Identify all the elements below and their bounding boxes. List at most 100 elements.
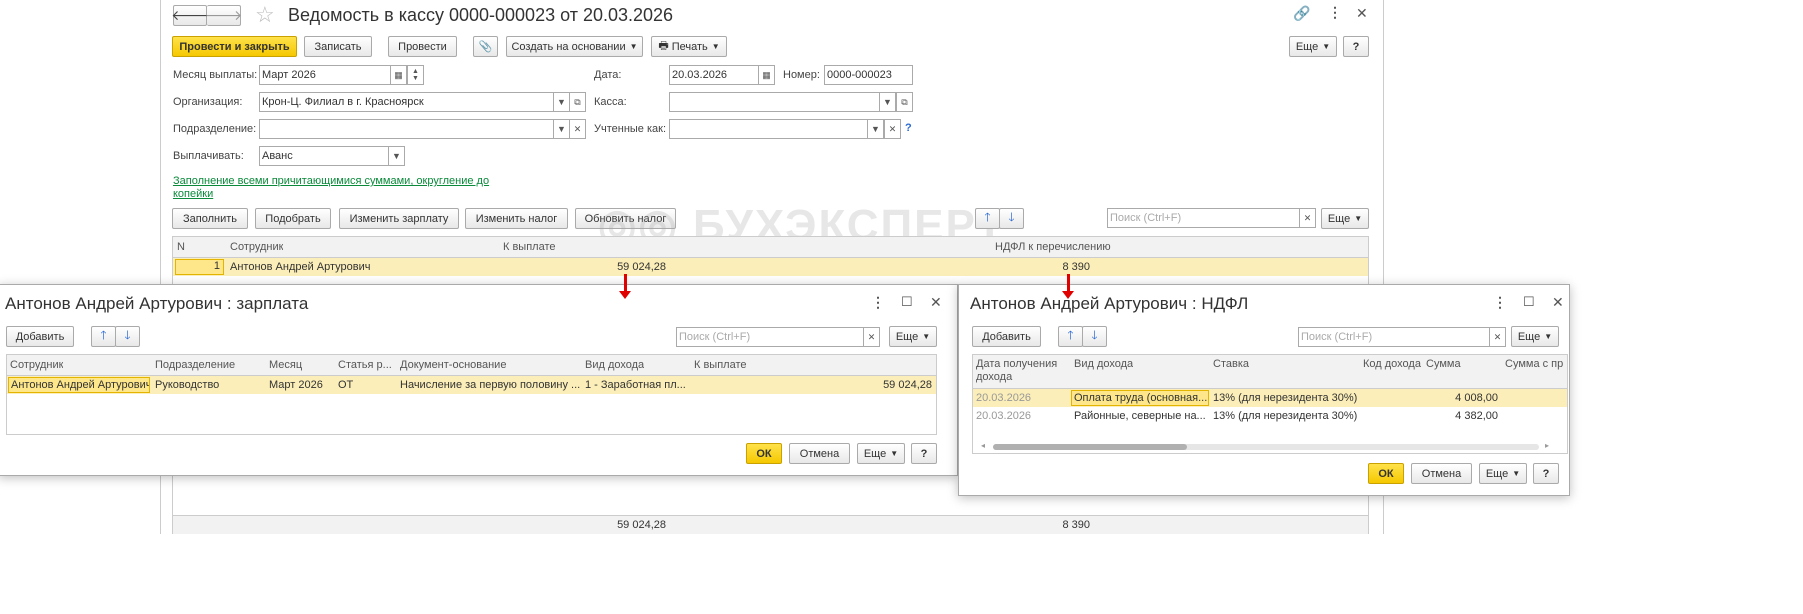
department-field[interactable] (259, 119, 555, 139)
row-employee: Антонов Андрей Артурович (8, 377, 150, 393)
maximize-icon[interactable]: ☐ (1523, 294, 1535, 310)
ndfl-dialog-title: Антонов Андрей Артурович : НДФЛ (970, 294, 1249, 313)
arrow-down-icon: 🡓 (124, 328, 131, 342)
scrollbar-thumb[interactable] (993, 444, 1187, 450)
close-icon[interactable]: ✕ (930, 294, 942, 311)
footer-more-button[interactable]: Еще ▼ (1479, 463, 1527, 484)
more-vertical-icon[interactable]: ⋮ (1328, 4, 1342, 21)
number-field[interactable]: 0000-000023 (824, 65, 913, 85)
close-icon[interactable]: ✕ (1552, 294, 1564, 311)
accounted-as-field[interactable] (669, 119, 869, 139)
search-input[interactable]: Поиск (Ctrl+F) (676, 327, 865, 347)
more-button[interactable]: Еще ▼ (1289, 36, 1337, 57)
move-down-button[interactable]: 🡓 (1082, 326, 1107, 347)
maximize-icon[interactable]: ☐ (901, 294, 913, 310)
horizontal-scrollbar[interactable]: ◂ ▸ (973, 440, 1567, 453)
forward-button[interactable]: 🡒 (204, 5, 243, 26)
col-n: N (177, 241, 185, 253)
month-field[interactable]: Март 2026 (259, 65, 392, 85)
ok-button[interactable]: ОК (1368, 463, 1404, 484)
back-button[interactable]: 🡐 (171, 5, 209, 26)
arrow-up-icon: 🡑 (1067, 328, 1074, 342)
help-button[interactable]: ? (1533, 463, 1559, 484)
print-button[interactable]: 🖶 Печать ▼ (651, 36, 727, 57)
table-row[interactable]: 20.03.2026 Районные, северные на... 13% … (973, 407, 1567, 425)
table-more-button[interactable]: Еще ▼ (1321, 208, 1369, 229)
calendar-icon[interactable]: ▦ (758, 65, 775, 85)
create-based-on-button[interactable]: Создать на основании ▼ (506, 36, 643, 57)
help-button[interactable]: ? (1343, 36, 1369, 57)
help-button[interactable]: ? (911, 443, 937, 464)
post-and-close-button[interactable]: Провести и закрыть (172, 36, 297, 57)
pick-button[interactable]: Подобрать (255, 208, 331, 229)
clear-icon[interactable]: ✕ (884, 119, 901, 139)
more-button[interactable]: Еще ▼ (1511, 326, 1559, 347)
add-button[interactable]: Добавить (6, 326, 74, 347)
move-up-button[interactable]: 🡑 (1058, 326, 1083, 347)
arrow-down-icon: 🡓 (1091, 328, 1098, 342)
add-button[interactable]: Добавить (972, 326, 1041, 347)
date-field[interactable]: 20.03.2026 (669, 65, 759, 85)
more-button[interactable]: Еще ▼ (889, 326, 937, 347)
more-vertical-icon[interactable]: ⋮ (871, 294, 885, 311)
clear-search-icon[interactable]: ✕ (863, 327, 880, 347)
scroll-left-icon[interactable]: ◂ (981, 441, 985, 450)
organization-field[interactable]: Крон-Ц. Филиал в г. Красноярск (259, 92, 555, 112)
clear-icon[interactable]: ✕ (569, 119, 586, 139)
more-label: Еще (1295, 40, 1319, 53)
chevron-down-icon[interactable]: ▼ (867, 119, 884, 139)
chevron-down-icon[interactable]: ▼ (553, 92, 570, 112)
chevron-down-icon: ▼ (629, 42, 638, 51)
search-input[interactable]: Поиск (Ctrl+F) (1298, 327, 1491, 347)
chevron-down-icon[interactable]: ▼ (388, 146, 405, 166)
annotation-arrowhead-salary (619, 291, 631, 299)
cancel-button[interactable]: Отмена (789, 443, 850, 464)
clear-search-icon[interactable]: ✕ (1489, 327, 1506, 347)
chevron-down-icon[interactable]: ▼ (879, 92, 896, 112)
link-icon[interactable]: 🔗 (1293, 5, 1310, 22)
open-icon[interactable]: ⧉ (569, 92, 586, 112)
attach-button[interactable]: 📎 (473, 36, 498, 57)
row-income-type: Оплата труда (основная... (1071, 390, 1209, 406)
move-down-button[interactable]: 🡓 (115, 326, 140, 347)
month-stepper[interactable]: ▲ ▼ (407, 65, 424, 85)
chevron-down-icon: ▼ (1512, 469, 1521, 478)
move-up-button[interactable]: 🡑 (975, 208, 1000, 229)
calendar-icon[interactable]: ▦ (390, 65, 407, 85)
chevron-down-icon[interactable]: ▼ (553, 119, 570, 139)
table-row[interactable]: 20.03.2026 Оплата труда (основная... 13%… (973, 389, 1567, 407)
cancel-button[interactable]: Отмена (1411, 463, 1472, 484)
arrow-right-icon: 🡒 (204, 7, 243, 23)
open-icon[interactable]: ⧉ (896, 92, 913, 112)
row-amount: 4 382,00 (1455, 410, 1498, 422)
move-up-button[interactable]: 🡑 (91, 326, 116, 347)
col-income-type: Вид дохода (585, 359, 645, 371)
table-row[interactable]: Антонов Андрей Артурович Руководство Мар… (7, 376, 936, 394)
help-question-icon[interactable]: ? (905, 122, 912, 134)
row-amount: 4 008,00 (1455, 392, 1498, 404)
post-button[interactable]: Провести (388, 36, 457, 57)
fill-button[interactable]: Заполнить (172, 208, 248, 229)
search-input[interactable]: Поиск (Ctrl+F) (1107, 208, 1303, 228)
fill-all-link[interactable]: Заполнение всеми причитающимися суммами,… (173, 175, 489, 201)
chevron-down-icon: ▼ (1322, 42, 1331, 51)
table-header: N Сотрудник К выплате НДФЛ к перечислени… (173, 237, 1368, 258)
star-icon[interactable]: ☆ (255, 2, 275, 28)
close-icon[interactable]: ✕ (1356, 5, 1368, 22)
change-salary-button[interactable]: Изменить зарплату (339, 208, 459, 229)
salary-dialog-title: Антонов Андрей Артурович : зарплата (5, 294, 309, 313)
table-row[interactable]: 1 Антонов Андрей Артурович 59 024,28 8 3… (173, 258, 1368, 276)
footer-more-button[interactable]: Еще ▼ (857, 443, 905, 464)
cash-field[interactable] (669, 92, 881, 112)
pay-field[interactable]: Аванс (259, 146, 390, 166)
save-button[interactable]: Записать (304, 36, 372, 57)
more-vertical-icon[interactable]: ⋮ (1493, 294, 1507, 311)
more-label: Еще (895, 330, 919, 343)
move-down-button[interactable]: 🡓 (999, 208, 1024, 229)
col-department: Подразделение (155, 359, 236, 371)
ok-button[interactable]: ОК (746, 443, 782, 464)
scroll-right-icon[interactable]: ▸ (1545, 441, 1549, 450)
clear-search-icon[interactable]: ✕ (1299, 208, 1316, 228)
col-amount: Сумма (1426, 358, 1461, 370)
change-tax-button[interactable]: Изменить налог (465, 208, 568, 229)
